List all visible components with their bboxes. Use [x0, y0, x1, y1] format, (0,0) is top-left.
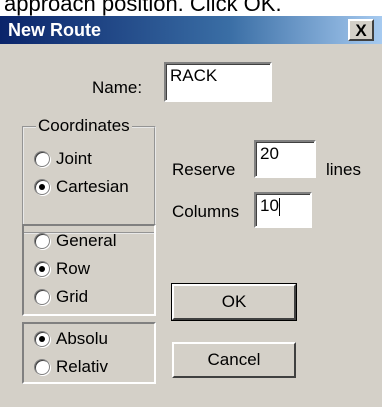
radio-joint[interactable]: Joint [34, 148, 92, 170]
radio-absolute[interactable]: Absolu [34, 328, 108, 350]
radio-button [34, 179, 50, 195]
name-label: Name: [92, 78, 143, 97]
radio-grid-label: Grid [56, 287, 89, 306]
columns-value: 10 [260, 196, 279, 215]
radio-row-label: Row [56, 259, 91, 278]
radio-button [34, 359, 50, 375]
radio-cartesian[interactable]: Cartesian [34, 176, 129, 198]
name-input[interactable]: RACK [164, 62, 272, 102]
cancel-button[interactable]: Cancel [172, 342, 296, 378]
radio-button [34, 331, 50, 347]
text-caret [278, 197, 280, 216]
radio-general[interactable]: General [34, 230, 116, 252]
radio-relative-label: Relativ [56, 357, 108, 376]
radio-general-label: General [56, 231, 117, 250]
radio-absolute-label: Absolu [56, 329, 108, 348]
ok-button[interactable]: OK [171, 283, 297, 321]
radio-joint-label: Joint [56, 149, 92, 168]
radio-cartesian-label: Cartesian [56, 177, 129, 196]
radio-button [34, 261, 50, 277]
reserve-label: Reserve [172, 160, 236, 179]
radio-relative[interactable]: Relativ [34, 356, 108, 378]
radio-button [34, 289, 50, 305]
new-route-dialog: New Route X Name: RACK Coordinates Joint… [0, 16, 382, 407]
radio-row-option[interactable]: Row [34, 258, 90, 280]
reserve-input[interactable]: 20 [254, 140, 316, 178]
radio-button [34, 151, 50, 167]
title-bar: New Route X [0, 16, 382, 44]
columns-label: Columns [172, 202, 240, 221]
close-button[interactable]: X [348, 19, 374, 41]
columns-input[interactable]: 10 [254, 192, 312, 228]
radio-button [34, 233, 50, 249]
close-icon: X [355, 20, 367, 40]
coordinates-legend: Coordinates [36, 116, 132, 136]
radio-grid[interactable]: Grid [34, 286, 88, 308]
dialog-title: New Route [8, 20, 102, 40]
tutorial-caption: approach position. Click OK. [4, 0, 282, 16]
lines-label: lines [326, 160, 361, 179]
